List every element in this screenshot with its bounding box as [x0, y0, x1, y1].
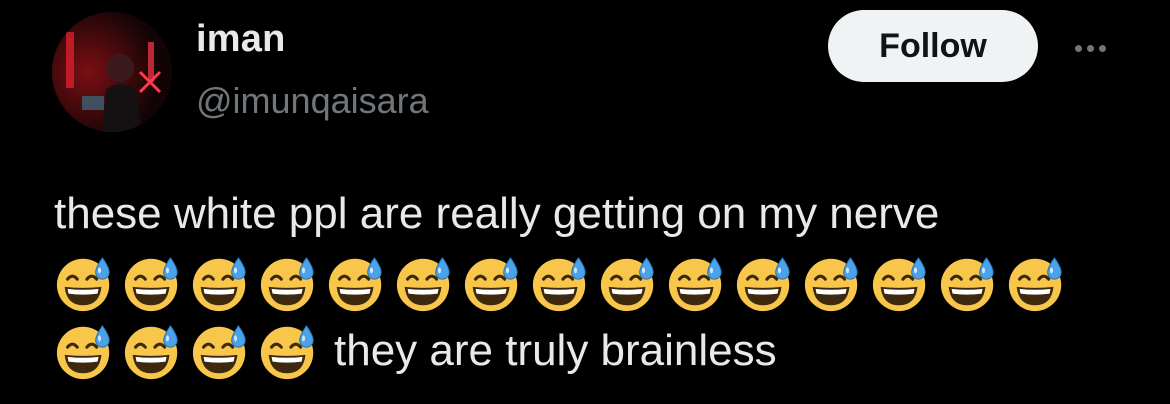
grinning-face-with-sweat-emoji: [872, 256, 926, 312]
grinning-face-with-sweat-emoji: [56, 256, 110, 312]
grinning-face-with-sweat-emoji: [668, 256, 722, 312]
grinning-face-with-sweat-emoji: [396, 256, 450, 312]
follow-button[interactable]: Follow: [828, 10, 1038, 82]
grinning-face-with-sweat-emoji: [328, 256, 382, 312]
author-display-name[interactable]: iman: [196, 18, 286, 61]
grinning-face-with-sweat-emoji: [804, 256, 858, 312]
grinning-face-with-sweat-emoji: [124, 256, 178, 312]
tweet-trailing-text: they are truly brainless: [334, 326, 777, 375]
grinning-face-with-sweat-emoji: [192, 324, 246, 380]
grinning-face-with-sweat-emoji: [600, 256, 654, 312]
grinning-face-with-sweat-emoji: [532, 256, 586, 312]
author-handle[interactable]: @imunqaisara: [196, 80, 429, 122]
more-options-button[interactable]: [1062, 30, 1118, 66]
grinning-face-with-sweat-emoji: [464, 256, 518, 312]
grinning-face-with-sweat-emoji: [56, 324, 110, 380]
emoji-row-with-text: they are truly brainless: [54, 318, 777, 384]
grinning-face-with-sweat-emoji: [1008, 256, 1062, 312]
grinning-face-with-sweat-emoji: [736, 256, 790, 312]
emoji-row: [54, 250, 1074, 316]
avatar-image: [52, 12, 172, 132]
grinning-face-with-sweat-emoji: [260, 256, 314, 312]
grinning-face-with-sweat-emoji: [124, 324, 178, 380]
grinning-face-with-sweat-emoji: [260, 324, 314, 380]
tweet-text: these white ppl are really getting on my…: [54, 189, 940, 238]
avatar[interactable]: [52, 12, 172, 132]
grinning-face-with-sweat-emoji: [192, 256, 246, 312]
grinning-face-with-sweat-emoji: [940, 256, 994, 312]
more-horizontal-icon: [1074, 44, 1106, 52]
